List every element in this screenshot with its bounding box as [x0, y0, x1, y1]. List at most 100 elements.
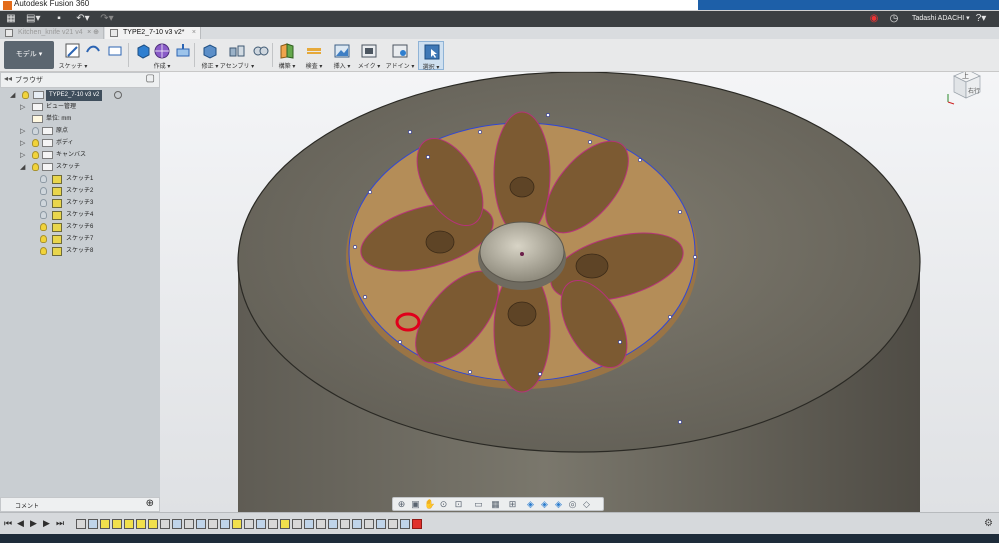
tree-item-sketches[interactable]: ◢ スケッチ	[20, 162, 140, 173]
visibility-bulb-icon[interactable]	[22, 91, 29, 99]
timeline-feature[interactable]	[208, 519, 218, 529]
redo-icon[interactable]: ↷▾	[98, 13, 116, 25]
timeline-sketch[interactable]	[100, 519, 110, 529]
timeline-feature[interactable]	[88, 519, 98, 529]
clock-icon[interactable]: ◷	[888, 13, 900, 25]
timeline-feature[interactable]	[328, 519, 338, 529]
tree-item-units[interactable]: 単位: mm	[20, 114, 140, 125]
visibility-bulb-icon[interactable]	[40, 199, 47, 207]
timeline-sketch[interactable]	[232, 519, 242, 529]
timeline-play-icon[interactable]: ▶	[30, 518, 37, 529]
timeline-feature[interactable]	[196, 519, 206, 529]
timeline-feature[interactable]	[256, 519, 266, 529]
expand-icon[interactable]: ▷	[20, 102, 25, 113]
visibility-bulb-icon[interactable]	[32, 139, 39, 147]
expand-icon[interactable]: ▷	[20, 126, 25, 137]
timeline-current-marker[interactable]	[412, 519, 422, 529]
sketch-icon	[52, 199, 62, 208]
timeline-feature[interactable]	[340, 519, 350, 529]
grid-icon[interactable]: ▦	[490, 499, 501, 510]
timeline-sketch[interactable]	[148, 519, 158, 529]
radio-icon[interactable]	[114, 91, 122, 99]
timeline-feature[interactable]	[220, 519, 230, 529]
timeline-sketch[interactable]	[124, 519, 134, 529]
timeline-feature[interactable]	[364, 519, 374, 529]
3d-viewport[interactable]: 上 右行	[160, 72, 999, 512]
user-menu[interactable]: Tadashi ADACHI ▾	[912, 14, 970, 22]
addin-menu[interactable]: アドイン ▾	[386, 41, 414, 70]
grid-menu-icon[interactable]: ▦	[4, 13, 18, 25]
timeline-feature[interactable]	[172, 519, 182, 529]
tree-item-bodies[interactable]: ▷ ボディ	[20, 138, 140, 149]
visibility-bulb-icon[interactable]	[40, 235, 47, 243]
close-icon[interactable]: ×	[192, 27, 196, 39]
timeline-settings-icon[interactable]: ⚙	[984, 518, 993, 529]
expand-icon[interactable]: ◢	[10, 90, 15, 101]
timeline-forward-icon[interactable]: ▶	[43, 518, 50, 529]
visibility-bulb-icon[interactable]	[32, 127, 39, 135]
timeline-sketch[interactable]	[280, 519, 290, 529]
look-at-icon[interactable]: ▣	[410, 499, 421, 510]
select-component-icon[interactable]: ◎	[567, 499, 578, 510]
timeline-feature[interactable]	[76, 519, 86, 529]
visibility-bulb-icon[interactable]	[32, 163, 39, 171]
file-menu-icon[interactable]: ▤▾	[26, 13, 40, 25]
timeline-feature[interactable]	[304, 519, 314, 529]
expand-icon[interactable]: ▷	[20, 138, 25, 149]
timeline-feature[interactable]	[400, 519, 410, 529]
zoom-icon[interactable]: ⊙	[438, 499, 449, 510]
undo-icon[interactable]: ↶▾	[74, 13, 92, 25]
timeline-sketch[interactable]	[136, 519, 146, 529]
timeline-feature[interactable]	[184, 519, 194, 529]
visibility-bulb-icon[interactable]	[40, 187, 47, 195]
timeline-feature[interactable]	[244, 519, 254, 529]
pan-icon[interactable]: ✋	[424, 499, 435, 510]
tree-root[interactable]: ◢ TYPE2_7-10 v3 v2	[10, 90, 122, 101]
visibility-bulb-icon[interactable]	[40, 223, 47, 231]
display-mode-icon[interactable]: ▭	[473, 499, 484, 510]
pin-icon[interactable]: ▢	[146, 73, 155, 84]
fit-icon[interactable]: ⊡	[453, 499, 464, 510]
select-menu[interactable]: 選択 ▾	[418, 41, 444, 71]
record-icon[interactable]: ◉	[868, 13, 880, 25]
tree-item-origin[interactable]: ▷ 原点	[20, 126, 140, 137]
select-body-icon[interactable]: ◈	[525, 499, 536, 510]
visibility-bulb-icon[interactable]	[40, 247, 47, 255]
visibility-bulb-icon[interactable]	[32, 151, 39, 159]
timeline-feature[interactable]	[376, 519, 386, 529]
viewcube[interactable]: 上 右行	[946, 72, 984, 108]
line-tool[interactable]	[102, 41, 128, 70]
tab-kitchen-knife[interactable]: Kitchen_knife v21 v4 × ⊕	[0, 27, 104, 39]
timeline-feature[interactable]	[316, 519, 326, 529]
select-edge-icon[interactable]: ◈	[553, 499, 564, 510]
timeline-back-icon[interactable]: ◀	[17, 518, 24, 529]
timeline-feature[interactable]	[160, 519, 170, 529]
add-comment-icon[interactable]: ⊕	[146, 498, 154, 509]
visibility-bulb-icon[interactable]	[40, 175, 47, 183]
timeline-feature[interactable]	[268, 519, 278, 529]
viewports-icon[interactable]: ⊞	[507, 499, 518, 510]
timeline-start-icon[interactable]: ⏮	[4, 518, 12, 529]
timeline-feature[interactable]	[352, 519, 362, 529]
timeline-sketch[interactable]	[112, 519, 122, 529]
expand-icon[interactable]: ▷	[20, 150, 25, 161]
workspace-switcher[interactable]: モデル ▾	[4, 41, 54, 69]
make-menu[interactable]: メイク ▾	[356, 41, 382, 70]
timeline-feature[interactable]	[292, 519, 302, 529]
select-sketch-icon[interactable]: ◇	[581, 499, 592, 510]
tab-type2[interactable]: TYPE2_7-10 v3 v2* ×	[105, 27, 201, 39]
assembly-menu[interactable]: アセンブリ ▾	[220, 41, 254, 70]
save-icon[interactable]: ▪	[52, 13, 66, 25]
select-face-icon[interactable]: ◈	[539, 499, 550, 510]
visibility-bulb-icon[interactable]	[40, 211, 47, 219]
timeline-feature[interactable]	[388, 519, 398, 529]
timeline-end-icon[interactable]: ⏭	[56, 518, 64, 529]
help-icon[interactable]: ?▾	[972, 13, 990, 25]
close-icon[interactable]: × ⊕	[87, 27, 99, 39]
folder-icon	[42, 151, 53, 159]
collapse-icon[interactable]: ◢	[20, 162, 25, 173]
tree-item-canvas[interactable]: ▷ キャンバス	[20, 150, 140, 161]
tree-item-view[interactable]: ▷ ビュー管理	[20, 102, 140, 113]
orbit-icon[interactable]: ⊕	[396, 499, 407, 510]
collapse-icon[interactable]: ◂◂	[4, 74, 12, 83]
